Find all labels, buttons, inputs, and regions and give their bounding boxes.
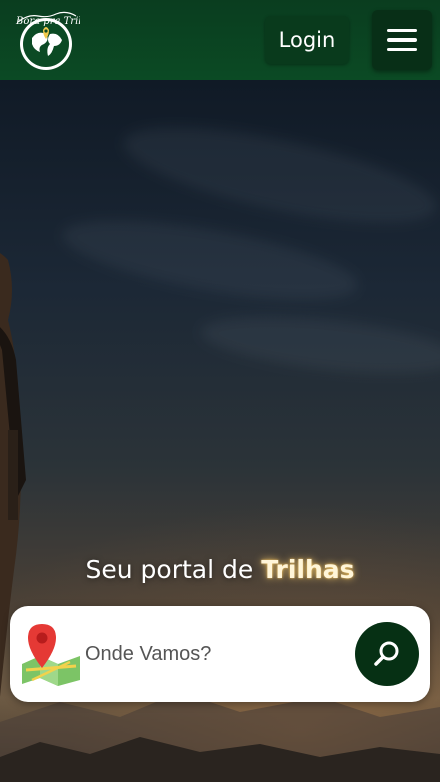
search-bar [10,606,430,702]
hamburger-menu-icon [387,28,417,33]
sky-cloud [198,306,440,384]
sky-cloud [116,107,440,243]
hero-banner: Seu portal de Trilhas [0,80,440,782]
search-button[interactable] [355,622,419,686]
tagline-prefix: Seu portal de [85,555,262,584]
logo-lettering: Bora pra Trilha [15,16,80,27]
search-icon [374,641,399,666]
search-input[interactable] [85,636,345,672]
login-button[interactable]: Login [265,16,349,64]
menu-button[interactable] [372,10,432,70]
tagline-highlight: Trilhas [261,555,355,584]
site-logo[interactable]: Bora pra Trilha [12,8,94,72]
hero-tagline: Seu portal de Trilhas [0,555,440,584]
globe-logo-icon: Bora pra Trilha [15,11,94,70]
map-pin-icon [22,624,80,686]
sky-cloud [57,204,363,316]
hamburger-menu-icon-bar [387,47,417,52]
hamburger-menu-icon-bar [387,38,417,42]
top-header: Bora pra Trilha Login [0,0,440,80]
